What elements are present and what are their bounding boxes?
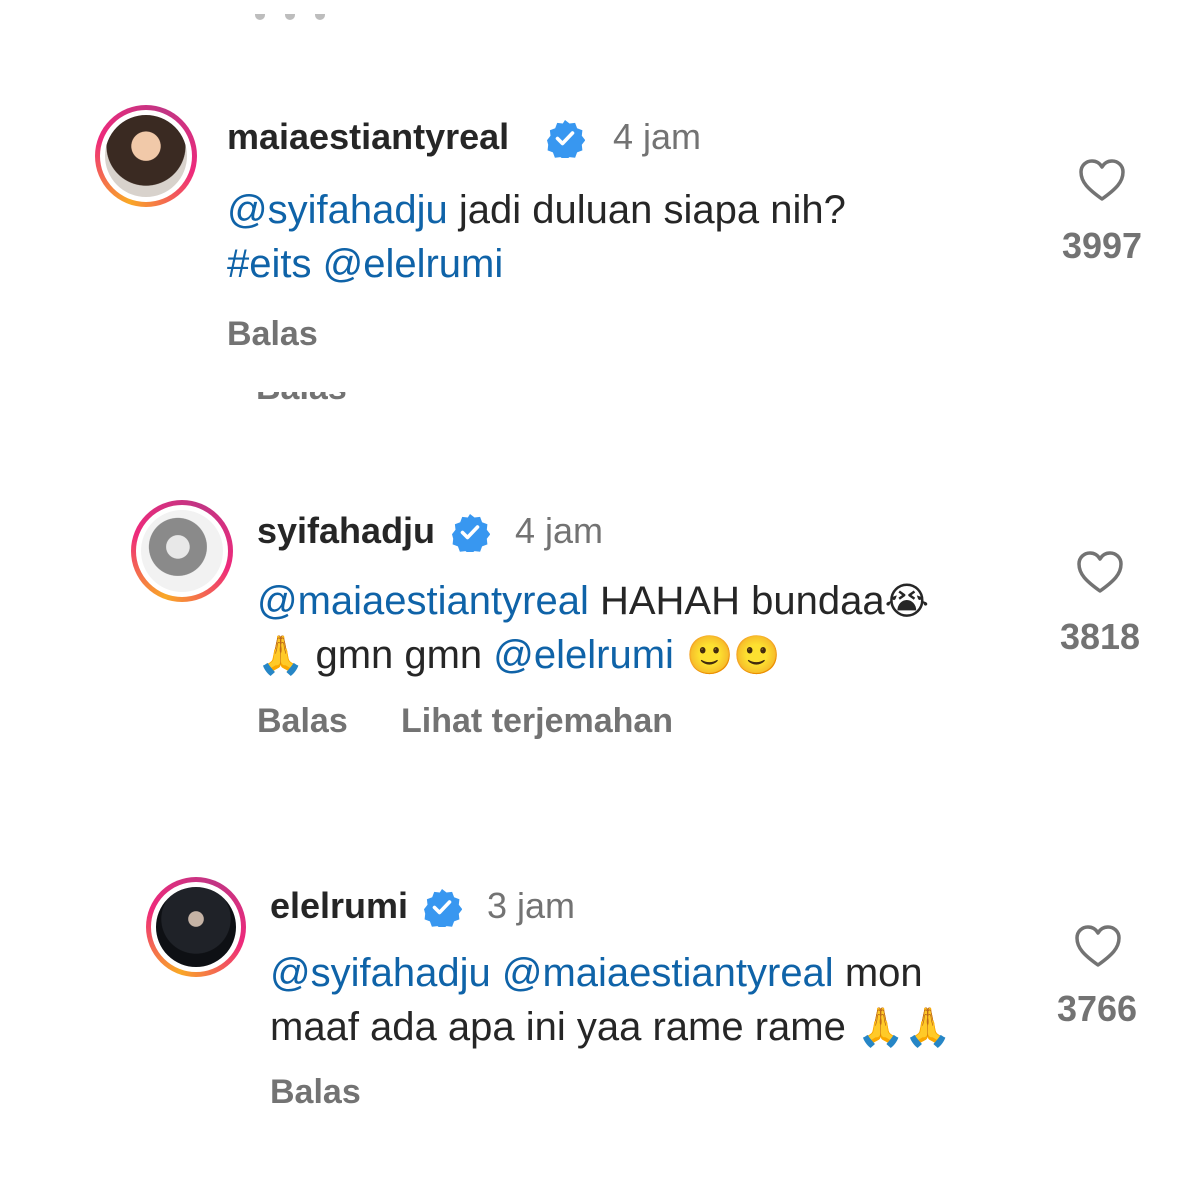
mention-link[interactable]: @syifahadju @maiaestiantyreal [270, 951, 834, 995]
heart-icon[interactable] [1078, 158, 1126, 202]
heart-icon[interactable] [1074, 924, 1122, 968]
crying-face-emoji: 😭 [884, 579, 929, 623]
avatar[interactable] [151, 882, 241, 972]
verified-badge-icon [424, 889, 462, 927]
avatar[interactable] [136, 505, 228, 597]
mention-link[interactable]: @syifahadju [227, 188, 448, 232]
username[interactable]: maiaestiantyreal [227, 116, 509, 158]
comment-body: HAHAH bundaa [588, 579, 885, 623]
comment-text: @syifahadju @maiaestiantyreal mon maaf a… [270, 946, 1040, 1054]
hashtag-mention-link[interactable]: #eits @elelrumi [227, 242, 503, 286]
cutoff-top-dots [255, 0, 335, 22]
verified-badge-icon [452, 514, 490, 552]
smiley-emoji: 🙂🙂 [673, 633, 781, 677]
folded-hands-emoji: 🙏 [257, 633, 305, 677]
comment-body: maaf ada apa ini yaa rame rame [270, 1005, 857, 1049]
verified-badge-icon [547, 120, 585, 158]
comment-body: mon [833, 951, 923, 995]
like-count: 3766 [1056, 988, 1138, 1029]
folded-hands-emoji: 🙏🙏 [856, 1005, 952, 1049]
heart-icon[interactable] [1076, 550, 1124, 594]
timestamp: 4 jam [515, 510, 604, 551]
reply-button[interactable]: Balas [257, 702, 348, 741]
mention-link[interactable]: @elelrumi [493, 633, 674, 677]
reply-button[interactable]: Balas [227, 315, 318, 354]
reply-button[interactable]: Balas [270, 1073, 361, 1112]
username[interactable]: elelrumi [270, 885, 408, 927]
mention-link[interactable]: @maiaestiantyreal [257, 579, 589, 623]
see-translation-button[interactable]: Lihat terjemahan [401, 702, 673, 741]
like-count: 3818 [1059, 616, 1141, 657]
cutoff-reply-fragment: Balas [256, 392, 356, 412]
comment-body: jadi duluan siapa nih? [447, 188, 846, 232]
comment-body: gmn gmn [304, 633, 494, 677]
timestamp: 4 jam [613, 116, 702, 157]
comment-text: @syifahadju jadi duluan siapa nih? #eits… [227, 183, 1007, 291]
like-count: 3997 [1061, 225, 1143, 266]
username[interactable]: syifahadju [257, 510, 435, 552]
avatar[interactable] [100, 110, 192, 202]
comment-text: @maiaestiantyreal HAHAH bundaa😭 🙏 gmn gm… [257, 574, 1027, 682]
timestamp: 3 jam [487, 885, 576, 926]
